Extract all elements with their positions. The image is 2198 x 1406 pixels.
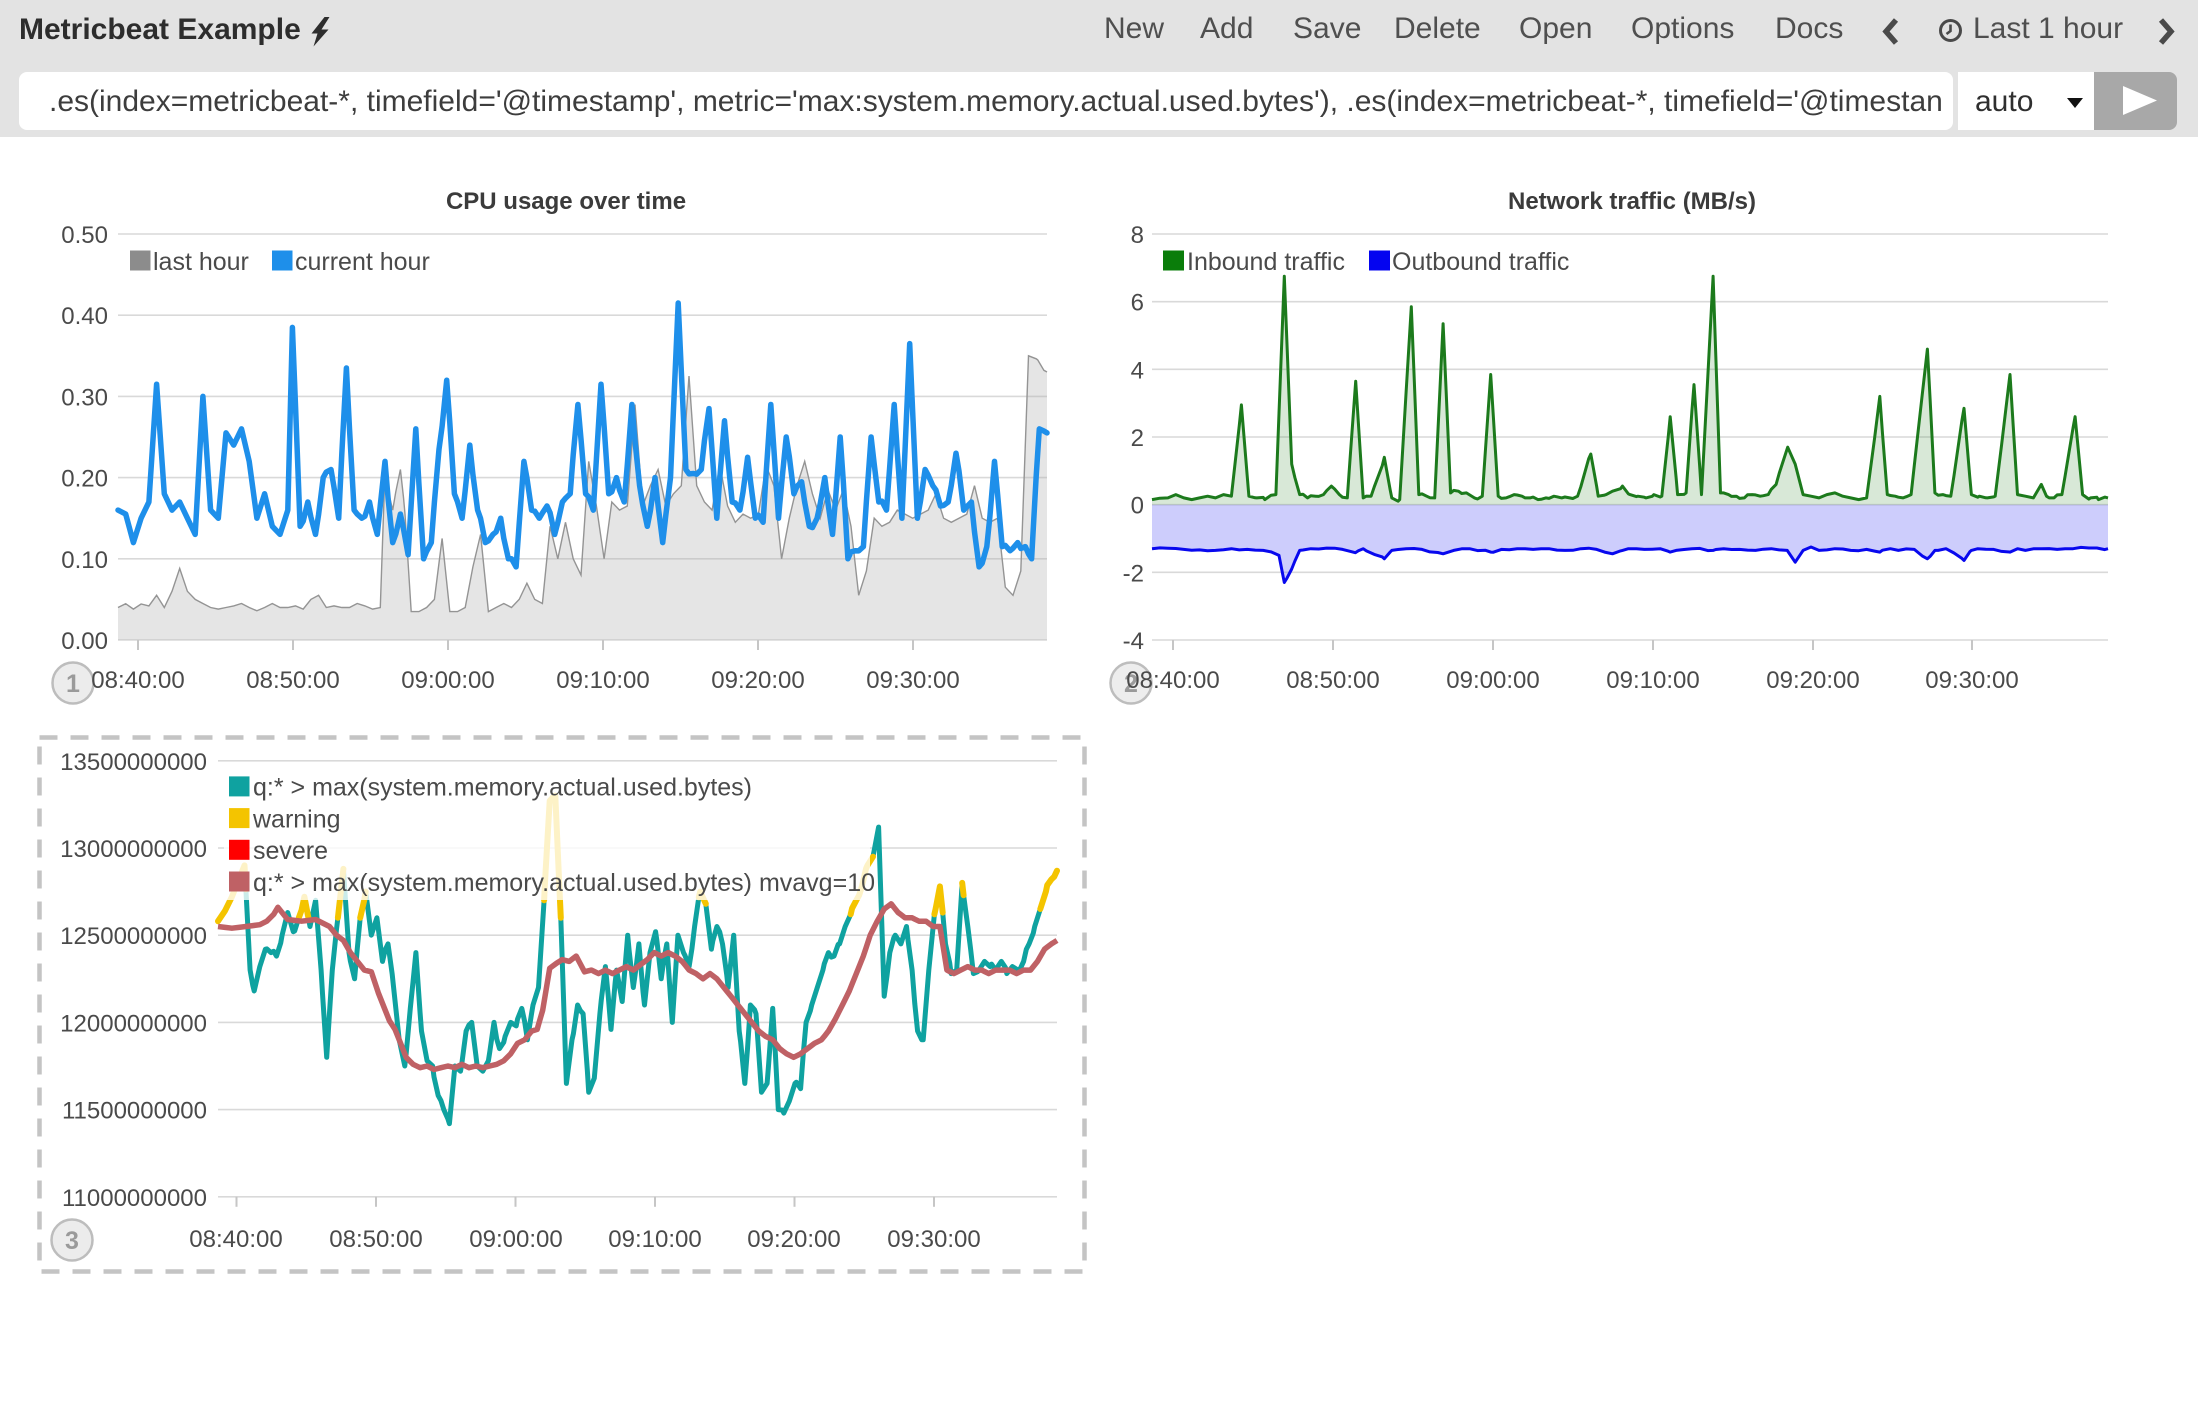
svg-text:0.50: 0.50 <box>61 222 108 249</box>
svg-text:09:30:00: 09:30:00 <box>866 667 959 694</box>
svg-text:09:30:00: 09:30:00 <box>1925 667 2018 694</box>
svg-text:08:50:00: 08:50:00 <box>246 667 339 694</box>
svg-text:q:* > max(system.memory.actual: q:* > max(system.memory.actual.used.byte… <box>253 869 875 897</box>
svg-text:CPU usage over time: CPU usage over time <box>446 188 686 215</box>
svg-text:09:20:00: 09:20:00 <box>747 1226 840 1253</box>
svg-text:08:50:00: 08:50:00 <box>329 1226 422 1253</box>
svg-text:last hour: last hour <box>153 248 249 276</box>
svg-text:2: 2 <box>1131 425 1144 452</box>
svg-text:13500000000: 13500000000 <box>60 749 207 776</box>
svg-text:09:00:00: 09:00:00 <box>401 667 494 694</box>
svg-text:08:40:00: 08:40:00 <box>189 1226 282 1253</box>
svg-text:09:30:00: 09:30:00 <box>887 1226 980 1253</box>
svg-text:0.20: 0.20 <box>61 466 108 493</box>
svg-text:Outbound traffic: Outbound traffic <box>1392 248 1569 276</box>
svg-text:13000000000: 13000000000 <box>60 836 207 863</box>
svg-text:09:00:00: 09:00:00 <box>1446 667 1539 694</box>
svg-text:Network traffic (MB/s): Network traffic (MB/s) <box>1508 188 1756 215</box>
svg-text:Inbound traffic: Inbound traffic <box>1187 248 1345 276</box>
svg-text:09:00:00: 09:00:00 <box>469 1226 562 1253</box>
svg-text:4: 4 <box>1131 357 1144 384</box>
svg-text:warning: warning <box>252 805 341 833</box>
svg-text:09:10:00: 09:10:00 <box>1606 667 1699 694</box>
svg-text:severe: severe <box>253 837 328 865</box>
svg-text:12000000000: 12000000000 <box>60 1010 207 1037</box>
svg-text:08:50:00: 08:50:00 <box>1286 667 1379 694</box>
svg-text:-4: -4 <box>1123 628 1144 655</box>
svg-text:0.30: 0.30 <box>61 384 108 411</box>
svg-text:0: 0 <box>1131 493 1144 520</box>
svg-text:0.40: 0.40 <box>61 303 108 330</box>
svg-text:11000000000: 11000000000 <box>62 1185 207 1212</box>
svg-text:6: 6 <box>1131 290 1144 317</box>
svg-text:1: 1 <box>66 670 80 698</box>
svg-text:0.10: 0.10 <box>61 547 108 574</box>
svg-text:-2: -2 <box>1123 560 1144 587</box>
svg-text:09:20:00: 09:20:00 <box>1766 667 1859 694</box>
svg-text:current hour: current hour <box>295 248 430 276</box>
svg-text:08:40:00: 08:40:00 <box>1126 667 1219 694</box>
svg-text:0.00: 0.00 <box>61 628 108 655</box>
svg-text:09:20:00: 09:20:00 <box>711 667 804 694</box>
svg-text:11500000000: 11500000000 <box>62 1098 207 1125</box>
svg-text:09:10:00: 09:10:00 <box>608 1226 701 1253</box>
svg-text:09:10:00: 09:10:00 <box>556 667 649 694</box>
svg-text:8: 8 <box>1131 222 1144 249</box>
svg-text:08:40:00: 08:40:00 <box>91 667 184 694</box>
svg-text:q:* > max(system.memory.actual: q:* > max(system.memory.actual.used.byte… <box>253 774 752 802</box>
svg-text:12500000000: 12500000000 <box>60 923 207 950</box>
svg-text:3: 3 <box>65 1227 79 1255</box>
